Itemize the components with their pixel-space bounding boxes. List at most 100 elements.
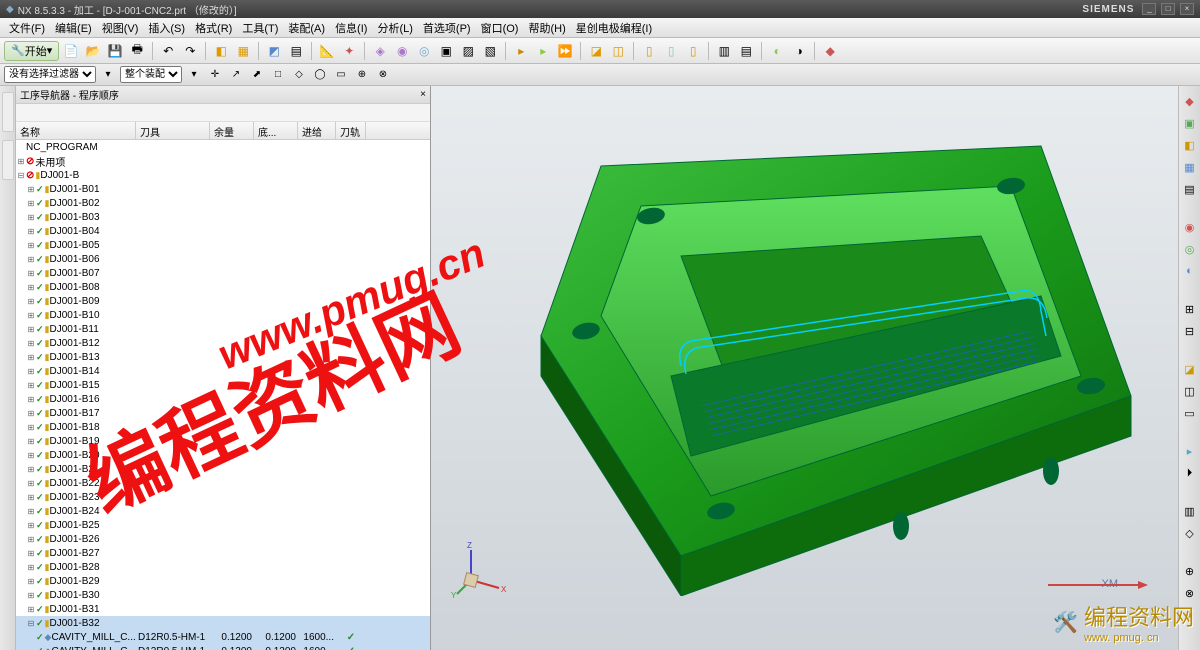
minimize-button[interactable]: _	[1142, 3, 1156, 15]
tree-row[interactable]: ⊞✓▮DJ001-B24	[16, 504, 430, 518]
r-icon-2[interactable]: ▣	[1181, 114, 1199, 132]
menu-view[interactable]: 视图(V)	[97, 20, 144, 36]
fb6-icon[interactable]: ◯	[311, 66, 329, 84]
tree-row[interactable]: ⊞✓▮DJ001-B21	[16, 462, 430, 476]
expand-icon[interactable]: ⊞	[26, 311, 36, 320]
tree-row[interactable]: ⊞✓▮DJ001-B17	[16, 406, 430, 420]
maximize-button[interactable]: □	[1161, 3, 1175, 15]
menu-format[interactable]: 格式(R)	[190, 20, 237, 36]
expand-icon[interactable]: ⊞	[26, 409, 36, 418]
filter-dropdown-icon[interactable]: ▾	[99, 66, 117, 84]
expand-icon[interactable]: ⊞	[26, 577, 36, 586]
r-icon-15[interactable]: ⏵	[1181, 464, 1199, 482]
view-triad[interactable]: X Y Z	[451, 540, 511, 600]
start-button[interactable]: 🔧 开始 ▾	[4, 41, 59, 61]
menu-custom[interactable]: 星创电极编程(I)	[571, 20, 657, 36]
tree-row[interactable]: ⊞✓▮DJ001-B11	[16, 322, 430, 336]
expand-icon[interactable]: ⊞	[26, 451, 36, 460]
point-icon[interactable]: ✦	[339, 41, 359, 61]
sim3-icon[interactable]: ⏩	[555, 41, 575, 61]
expand-icon[interactable]: ⊞	[26, 325, 36, 334]
expand-icon[interactable]: ⊞	[26, 507, 36, 516]
r-icon-6[interactable]: ◉	[1181, 218, 1199, 236]
extra-icon[interactable]: ◆	[820, 41, 840, 61]
tree-row[interactable]: ⊞✓▮DJ001-B19	[16, 434, 430, 448]
col-floor[interactable]: 底...	[254, 122, 298, 139]
tree-row[interactable]: ⊞✓▮DJ001-B31	[16, 602, 430, 616]
expand-icon[interactable]: ⊞	[26, 479, 36, 488]
tree-row[interactable]: ⊞✓▮DJ001-B16	[16, 392, 430, 406]
menu-help[interactable]: 帮助(H)	[523, 20, 570, 36]
expand-icon[interactable]: ⊟	[26, 619, 36, 628]
menu-assemblies[interactable]: 装配(A)	[283, 20, 330, 36]
undo-icon[interactable]: ↶	[158, 41, 178, 61]
r-icon-8[interactable]: ◐	[1181, 262, 1199, 280]
op5-icon[interactable]: ▨	[458, 41, 478, 61]
expand-icon[interactable]: ⊞	[26, 381, 36, 390]
menu-insert[interactable]: 插入(S)	[143, 20, 190, 36]
menu-tools[interactable]: 工具(T)	[237, 20, 283, 36]
expand-icon[interactable]: ⊞	[26, 227, 36, 236]
tree-row[interactable]: ⊞✓▮DJ001-B15	[16, 378, 430, 392]
expand-icon[interactable]: ⊞	[26, 283, 36, 292]
fb3-icon[interactable]: ⬈	[248, 66, 266, 84]
expand-icon[interactable]: ⊞	[26, 241, 36, 250]
tree-row[interactable]: ⊞✓▮DJ001-B26	[16, 532, 430, 546]
menu-prefs[interactable]: 首选项(P)	[418, 20, 476, 36]
tree-row[interactable]: ⊞✓▮DJ001-B18	[16, 420, 430, 434]
tool2-icon[interactable]: ▯	[661, 41, 681, 61]
expand-icon[interactable]: ⊟	[16, 171, 26, 180]
assembly-select[interactable]: 整个装配	[120, 66, 182, 83]
op1-icon[interactable]: ◈	[370, 41, 390, 61]
tree-row[interactable]: ⊞✓▮DJ001-B02	[16, 196, 430, 210]
op4-icon[interactable]: ▣	[436, 41, 456, 61]
operation-tree[interactable]: NC_PROGRAM⊞⊘未用项⊟⊘▮DJ001-B⊞✓▮DJ001-B01⊞✓▮…	[16, 140, 430, 650]
fb8-icon[interactable]: ⊕	[353, 66, 371, 84]
tree-row[interactable]: ⊞✓▮DJ001-B10	[16, 308, 430, 322]
expand-icon[interactable]: ⊞	[26, 465, 36, 474]
tree-row[interactable]: ⊟✓▮DJ001-B32	[16, 616, 430, 630]
new-icon[interactable]: 📄	[61, 41, 81, 61]
left-tab-1[interactable]	[2, 92, 14, 132]
tree-row[interactable]: ⊞✓▮DJ001-B30	[16, 588, 430, 602]
fb4-icon[interactable]: □	[269, 66, 287, 84]
close-button[interactable]: ×	[1180, 3, 1194, 15]
tree-row[interactable]: ⊞✓▮DJ001-B23	[16, 490, 430, 504]
r-icon-3[interactable]: ◧	[1181, 136, 1199, 154]
r-icon-14[interactable]: ▸	[1181, 442, 1199, 460]
tree-row[interactable]: ⊞⊘未用项	[16, 154, 430, 168]
tree-row[interactable]: ⊞✓▮DJ001-B20	[16, 448, 430, 462]
tree-row[interactable]: ⊟⊘▮DJ001-B	[16, 168, 430, 182]
tree-row[interactable]: ⊞✓▮DJ001-B04	[16, 224, 430, 238]
r-icon-17[interactable]: ◇	[1181, 524, 1199, 542]
expand-icon[interactable]: ⊞	[26, 353, 36, 362]
expand-icon[interactable]: ⊞	[26, 199, 36, 208]
navigator-close-icon[interactable]: ×	[420, 89, 426, 100]
op2-icon[interactable]: ◉	[392, 41, 412, 61]
menu-file[interactable]: 文件(F)	[4, 20, 50, 36]
col-tool[interactable]: 刀具	[136, 122, 210, 139]
tree-row[interactable]: ⊞✓▮DJ001-B29	[16, 574, 430, 588]
tree-row[interactable]: ✓◆CAVITY_MILL_C...D12R0.5-HM-10.12000.12…	[16, 644, 430, 650]
fb5-icon[interactable]: ◇	[290, 66, 308, 84]
col-stock[interactable]: 余量	[210, 122, 254, 139]
expand-icon[interactable]: ⊞	[26, 423, 36, 432]
tree-row[interactable]: ⊞✓▮DJ001-B12	[16, 336, 430, 350]
expand-icon[interactable]: ⊞	[26, 297, 36, 306]
filter-select[interactable]: 没有选择过滤器	[4, 66, 96, 83]
expand-icon[interactable]: ⊞	[26, 563, 36, 572]
expand-icon[interactable]: ⊞	[26, 493, 36, 502]
col-path[interactable]: 刀轨	[336, 122, 366, 139]
tree-row[interactable]: ⊞✓▮DJ001-B09	[16, 294, 430, 308]
r-icon-4[interactable]: ▦	[1181, 158, 1199, 176]
expand-icon[interactable]: ⊞	[26, 591, 36, 600]
redo-icon[interactable]: ↷	[180, 41, 200, 61]
expand-icon[interactable]: ⊞	[26, 213, 36, 222]
post2-icon[interactable]: ◑	[789, 41, 809, 61]
box-icon[interactable]: ▦	[233, 41, 253, 61]
menu-window[interactable]: 窗口(O)	[476, 20, 524, 36]
tool3-icon[interactable]: ▯	[683, 41, 703, 61]
r-icon-7[interactable]: ◎	[1181, 240, 1199, 258]
col-name[interactable]: 名称	[16, 122, 136, 139]
tree-row[interactable]: NC_PROGRAM	[16, 140, 430, 154]
